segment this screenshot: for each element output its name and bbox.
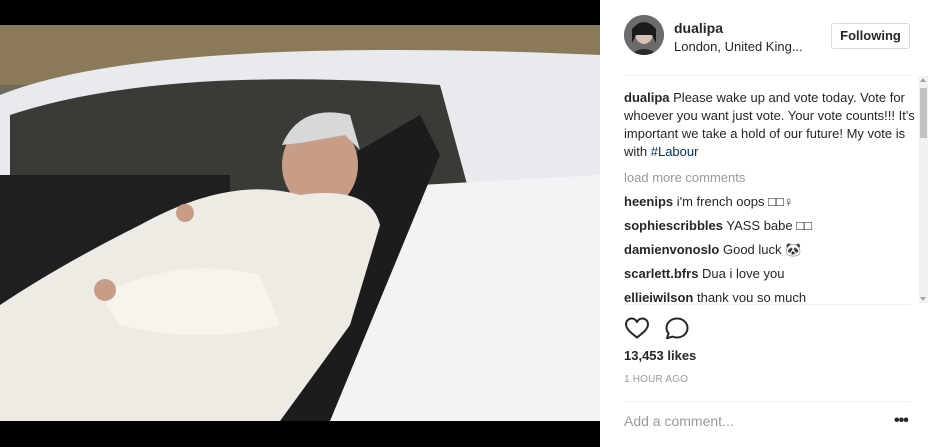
more-options-icon[interactable]: ••• — [894, 412, 909, 430]
scroll-thumb[interactable] — [920, 88, 927, 138]
scroll-up-arrow-icon[interactable] — [920, 78, 926, 82]
comment-row: sophiescribbles YASS babe □□ — [624, 217, 916, 235]
comment-username[interactable]: heenips — [624, 194, 673, 209]
hashtag-link[interactable]: #Labour — [651, 144, 699, 159]
comment-username[interactable]: damienvonoslo — [624, 242, 719, 257]
divider — [624, 401, 911, 402]
divider — [624, 304, 911, 305]
likes-count[interactable]: 13,453 likes — [624, 348, 696, 363]
comment-username[interactable]: sophiescribbles — [624, 218, 723, 233]
caption-username[interactable]: dualipa — [624, 90, 670, 105]
post-photo-pane — [0, 0, 600, 447]
post-sidebar: dualipa London, United King... Following… — [600, 0, 928, 447]
heart-icon[interactable] — [624, 316, 650, 340]
comment-row: damienvonoslo Good luck 🐼 — [624, 241, 916, 259]
scroll-down-arrow-icon[interactable] — [920, 297, 926, 301]
caption: dualipa Please wake up and vote today. V… — [624, 89, 916, 161]
comment-row: heenips i'm french oops □□♀ — [624, 193, 916, 211]
post-timestamp[interactable]: 1 HOUR AGO — [624, 374, 688, 385]
comment-text: Dua i love you — [702, 266, 785, 281]
avatar[interactable] — [624, 15, 664, 55]
comment-text: i'm french oops □□♀ — [676, 194, 794, 209]
post-header: dualipa London, United King... Following — [624, 15, 911, 57]
location-link[interactable]: London, United King... — [674, 39, 803, 54]
load-more-comments-link[interactable]: load more comments — [624, 169, 916, 187]
following-button[interactable]: Following — [831, 23, 910, 49]
comments-scrollbar[interactable] — [919, 76, 928, 303]
post-photo[interactable] — [0, 25, 600, 421]
comment-text: YASS babe □□ — [726, 218, 812, 233]
comment-icon[interactable] — [664, 316, 690, 340]
comment-text: thank you so much — [696, 290, 807, 302]
divider — [624, 75, 911, 76]
add-comment-input[interactable]: Add a comment... — [624, 413, 884, 431]
comments-list[interactable]: dualipa Please wake up and vote today. V… — [624, 89, 916, 302]
comment-text: Good luck 🐼 — [722, 242, 802, 257]
comment-username[interactable]: scarlett.bfrs — [624, 266, 698, 281]
username-link[interactable]: dualipa — [674, 20, 723, 36]
comment-row: elliejwilson thank you so much — [624, 289, 916, 302]
comment-row: scarlett.bfrs Dua i love you — [624, 265, 916, 283]
comment-username[interactable]: elliejwilson — [624, 290, 693, 302]
